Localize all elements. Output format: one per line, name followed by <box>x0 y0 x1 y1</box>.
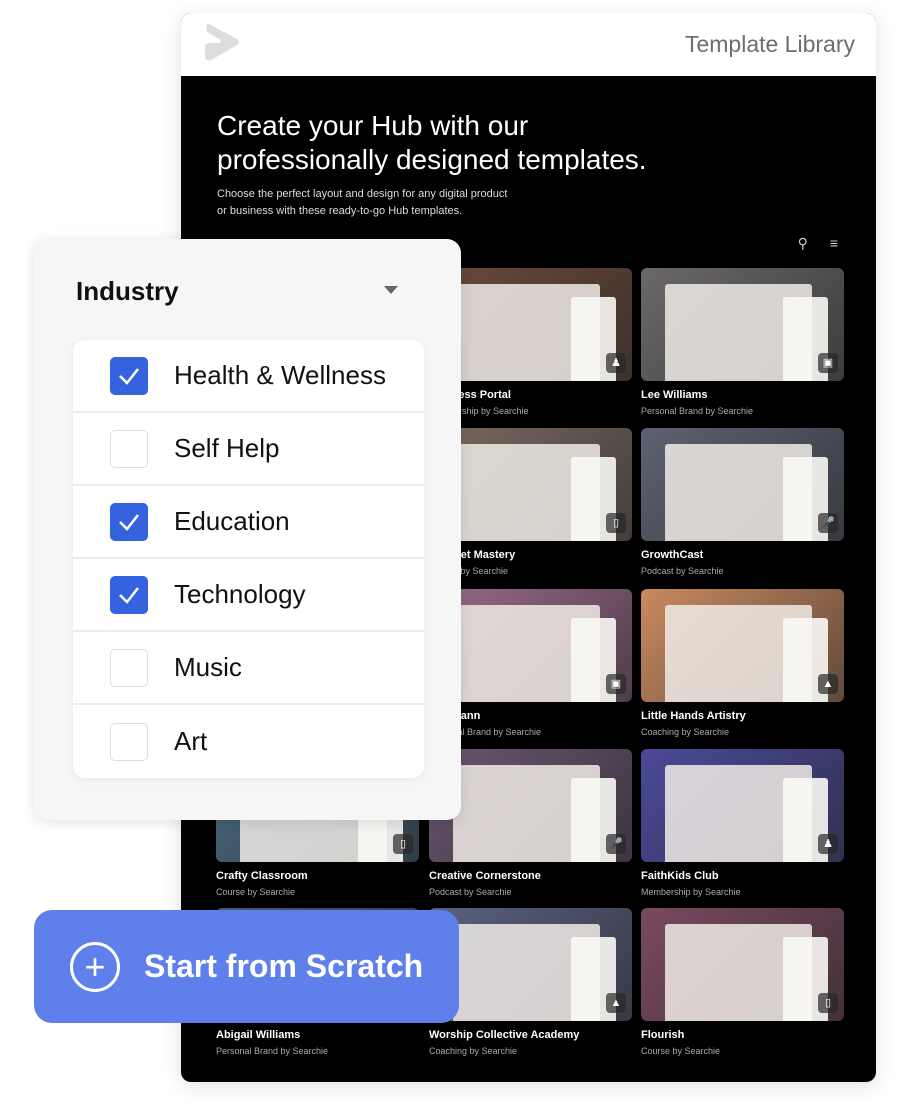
graduation-cap-icon: ▲ <box>818 674 838 694</box>
template-thumbnail[interactable]: ▯ <box>641 908 844 1021</box>
members-icon: ♟ <box>818 834 838 854</box>
sort-icon[interactable]: ≡ <box>830 235 838 252</box>
filter-option[interactable]: Music <box>73 632 424 705</box>
filter-option-label: Health & Wellness <box>174 360 386 390</box>
filter-options: Health & Wellness Self Help Education Techn… <box>73 340 424 778</box>
template-subtitle: Podcast by Searchie <box>641 566 724 576</box>
template-card[interactable]: 🎤 GrowthCast Podcast by Searchie <box>641 428 844 576</box>
template-thumbnail[interactable]: ▲ <box>429 908 632 1021</box>
hero-subtitle: Choose the perfect layout and design for… <box>217 186 507 220</box>
template-subtitle: Coaching by Searchie <box>429 1046 518 1056</box>
filter-title: Industry <box>76 276 179 306</box>
caret-down-icon[interactable] <box>384 286 398 294</box>
filter-option-label: Education <box>174 506 290 536</box>
searchie-logo-icon[interactable] <box>201 21 241 68</box>
filter-option-label: Technology <box>174 579 306 609</box>
members-icon: ♟ <box>606 353 626 373</box>
template-title: GrowthCast <box>641 549 704 561</box>
page-title: Template Library <box>684 31 855 57</box>
template-title: Creative Cornerstone <box>429 870 541 882</box>
filter-option[interactable]: Technology <box>73 559 424 632</box>
portrait-icon: ▣ <box>818 353 838 373</box>
check-icon <box>119 586 139 604</box>
checkbox[interactable] <box>110 722 148 761</box>
template-card[interactable]: ♟ FaithKids Club Membership by Searchie <box>641 749 844 897</box>
hero-subtitle-line: Choose the perfect layout and design for… <box>217 188 508 200</box>
check-icon <box>119 367 139 385</box>
checkbox[interactable] <box>110 648 148 687</box>
template-title: FaithKids Club <box>641 870 719 882</box>
template-title: Crafty Classroom <box>216 870 308 882</box>
template-subtitle: Personal Brand by Searchie <box>216 1046 329 1056</box>
template-subtitle: Membership by Searchie <box>641 887 741 897</box>
template-title: Worship Collective Academy <box>429 1029 580 1041</box>
template-subtitle: Coaching by Searchie <box>641 727 730 737</box>
start-from-scratch-button[interactable]: + Start from Scratch <box>34 910 459 1023</box>
hero-heading-line: Create your Hub with our <box>217 110 529 141</box>
template-card[interactable]: ▣ Lee Williams Personal Brand by Searchi… <box>641 268 844 416</box>
template-thumbnail[interactable]: ▲ <box>641 589 844 702</box>
filter-option[interactable]: Health & Wellness <box>73 340 424 413</box>
plus-circle-icon: + <box>70 941 120 992</box>
check-icon <box>119 513 139 531</box>
header: Template Library <box>181 13 876 76</box>
microphone-icon: 🎤 <box>818 513 838 533</box>
hero-subtitle-line: or business with these ready-to-go Hub t… <box>217 205 463 217</box>
filter-option-label: Music <box>174 652 242 682</box>
search-icon[interactable]: ⚲ <box>798 235 808 252</box>
start-from-scratch-label: Start from Scratch <box>144 948 424 984</box>
template-thumbnail[interactable]: 🎤 <box>641 428 844 541</box>
template-title: Flourish <box>641 1029 685 1041</box>
filter-option[interactable]: Art <box>73 705 424 778</box>
checkbox[interactable] <box>110 575 148 614</box>
industry-filter-panel: Industry Health & Wellness Self Help Educa… <box>34 239 461 820</box>
checkbox[interactable] <box>110 502 148 541</box>
checkbox[interactable] <box>110 429 148 468</box>
course-icon: ▯ <box>393 834 413 854</box>
hero-heading: Create your Hub with our professionally … <box>217 109 647 177</box>
template-subtitle: Personal Brand by Searchie <box>641 406 754 416</box>
template-subtitle: Course by Searchie <box>641 1046 721 1056</box>
graduation-cap-icon: ▲ <box>606 993 626 1013</box>
portrait-icon: ▣ <box>606 674 626 694</box>
microphone-icon: 🎤 <box>606 834 626 854</box>
template-title: Lee Williams <box>641 389 708 401</box>
template-card[interactable]: ▯ Flourish Course by Searchie <box>641 908 844 1056</box>
checkbox[interactable] <box>110 356 148 395</box>
hero-heading-line: professionally designed templates. <box>217 144 647 175</box>
course-icon: ▯ <box>818 993 838 1013</box>
filter-option[interactable]: Self Help <box>73 413 424 486</box>
filter-option-label: Self Help <box>174 433 280 463</box>
template-thumbnail[interactable]: ▣ <box>641 268 844 381</box>
template-card[interactable]: ▲ Worship Collective Academy Coaching by… <box>429 908 632 1056</box>
template-title: Little Hands Artistry <box>641 710 746 722</box>
template-thumbnail[interactable]: ♟ <box>641 749 844 862</box>
template-title: Abigail Williams <box>216 1029 301 1041</box>
filter-option-label: Art <box>174 726 208 756</box>
course-icon: ▯ <box>606 513 626 533</box>
template-card[interactable]: ▲ Little Hands Artistry Coaching by Sear… <box>641 589 844 737</box>
filter-option[interactable]: Education <box>73 486 424 559</box>
template-subtitle: Course by Searchie <box>216 887 296 897</box>
template-subtitle: Podcast by Searchie <box>429 887 512 897</box>
